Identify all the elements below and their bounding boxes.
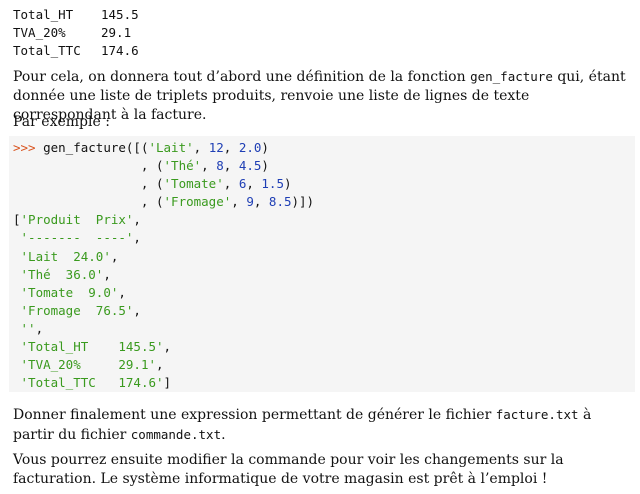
string-literal: 'Tomate' xyxy=(163,176,224,192)
paragraph-text: . xyxy=(221,427,226,443)
inline-code: gen_facture xyxy=(470,69,553,84)
inline-code: commande.txt xyxy=(130,427,222,442)
totals-value: 145.5 xyxy=(101,7,139,22)
output-string: '------- ----' xyxy=(20,230,134,246)
punctuation: , xyxy=(13,194,156,210)
punctuation: ) xyxy=(283,176,292,192)
number-literal: 6 xyxy=(238,176,247,192)
totals-row: Total_HT 145.5 xyxy=(13,6,139,24)
number-literal: 2.0 xyxy=(238,140,262,155)
totals-value: 174.6 xyxy=(101,43,139,58)
repl-prompt: >>> xyxy=(13,140,36,155)
code-block: >>> gen_facture([('Lait', 12, 2.0) , ('T… xyxy=(9,136,635,392)
number-literal: 4.5 xyxy=(238,158,262,174)
output-string: 'Fromage 76.5' xyxy=(20,302,134,318)
totals-label: Total_TTC xyxy=(13,43,81,58)
number-literal: 9 xyxy=(246,194,254,210)
number-literal: 1.5 xyxy=(261,176,284,192)
output-string: 'Tomate 9.0' xyxy=(20,284,119,300)
punctuation: ) xyxy=(261,158,269,174)
number-literal: 8.5 xyxy=(268,194,292,210)
output-string: 'TVA_20% 29.1' xyxy=(20,357,156,373)
function-name: gen_facture xyxy=(43,140,126,155)
output-string: '' xyxy=(20,320,36,336)
totals-value: 29.1 xyxy=(101,25,132,40)
paragraph-example: Par exemple : xyxy=(13,114,110,130)
inline-code: facture.txt xyxy=(495,407,579,422)
string-literal: 'Thé' xyxy=(163,158,202,174)
document-page: Total_HT 145.5 TVA_20% 29.1 Total_TTC 17… xyxy=(0,0,640,494)
string-literal: 'Fromage' xyxy=(163,194,232,210)
punctuation: ) xyxy=(261,140,269,155)
output-string: 'Thé 36.0' xyxy=(20,266,104,282)
number-literal: 8 xyxy=(216,158,224,174)
number-literal: 12 xyxy=(208,140,224,155)
totals-label: TVA_20% xyxy=(13,25,66,40)
paragraph-generate: Donner finalement une expression permett… xyxy=(13,405,632,445)
output-string: 'Produit Prix' xyxy=(20,212,134,228)
punctuation: , xyxy=(13,176,156,192)
punctuation: )]) xyxy=(291,194,315,210)
output-string: 'Total_HT 145.5' xyxy=(20,339,164,355)
punctuation: , xyxy=(13,158,156,174)
totals-row: TVA_20% 29.1 xyxy=(13,24,139,42)
paragraph-text: Pour cela, on donnera tout d’abord une d… xyxy=(13,69,471,85)
output-string: 'Total_TTC 174.6' xyxy=(20,375,164,391)
paragraph-text: Donner finalement une expression permett… xyxy=(13,407,496,423)
output-string: 'Lait 24.0' xyxy=(20,248,111,264)
string-literal: 'Lait' xyxy=(148,140,194,155)
totals-row: Total_TTC 174.6 xyxy=(13,42,139,60)
paragraph-closing: Vous pourrez ensuite modifier la command… xyxy=(13,452,564,487)
totals-label: Total_HT xyxy=(13,7,74,22)
totals-table: Total_HT 145.5 TVA_20% 29.1 Total_TTC 17… xyxy=(13,6,139,60)
